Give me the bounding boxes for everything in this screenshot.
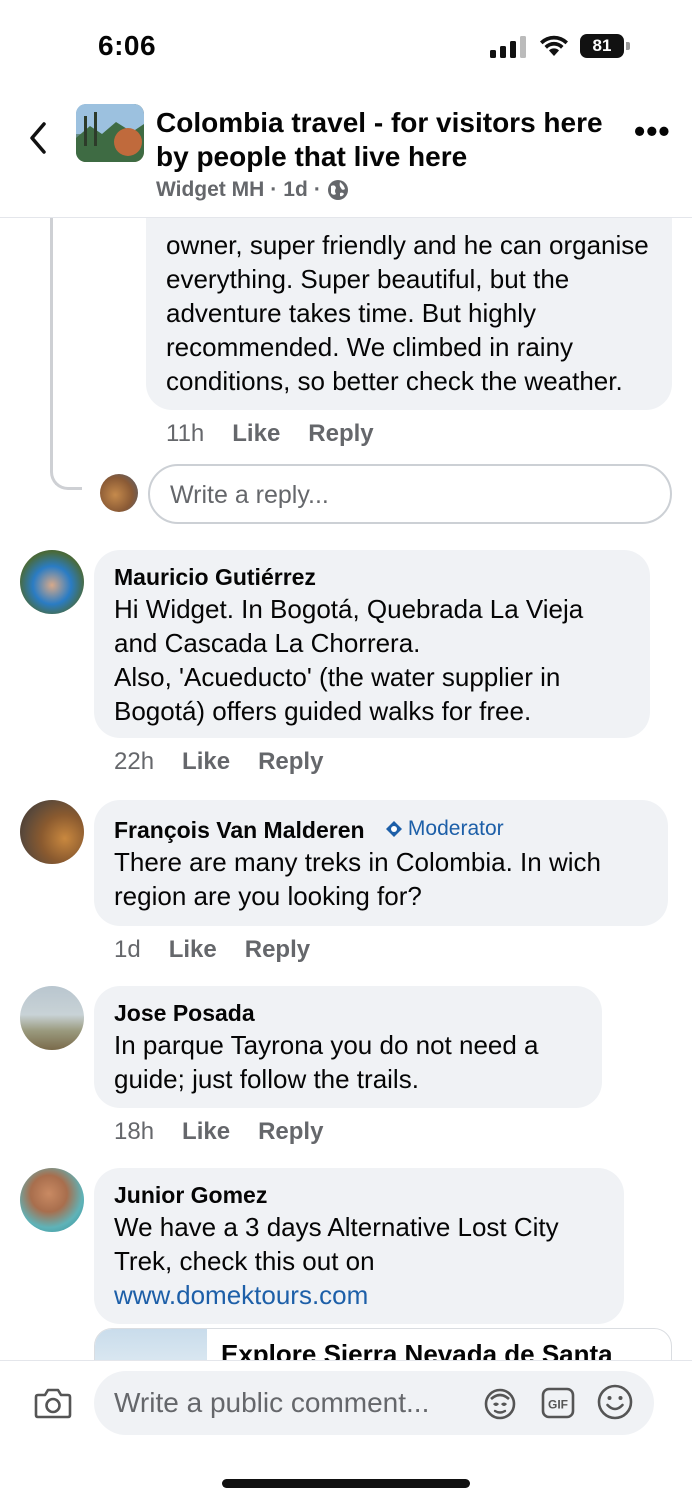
meta-separator: ·: [313, 178, 321, 201]
comment-time: 1d: [114, 936, 141, 963]
comment-bubble: Junior Gomez We have a 3 days Alternativ…: [94, 1168, 624, 1324]
like-button[interactable]: Like: [182, 1118, 230, 1146]
comment-text: In parque Tayrona you do not need a guid…: [114, 1030, 539, 1094]
comment-bubble: Jose Posada In parque Tayrona you do not…: [94, 986, 602, 1108]
gif-icon[interactable]: GIF: [540, 1385, 576, 1421]
comment-bubble: François Van Malderen Moderator There ar…: [94, 800, 668, 926]
globe-icon: [327, 180, 348, 200]
post-age: 1d: [283, 178, 308, 201]
avatar[interactable]: [20, 800, 84, 864]
avatar-sticker-icon[interactable]: [482, 1385, 518, 1421]
comment-composer: Write a public comment... GIF: [0, 1360, 692, 1500]
link-preview-card[interactable]: Explore Sierra Nevada de Santa: [94, 1328, 672, 1360]
home-indicator[interactable]: [222, 1479, 470, 1488]
link-preview-image: [95, 1329, 207, 1360]
wifi-icon: [540, 35, 568, 56]
group-title[interactable]: Colombia travel - for visitors here by p…: [156, 106, 626, 174]
reply-thread-line: [50, 218, 82, 490]
link-preview-title[interactable]: Explore Sierra Nevada de Santa: [221, 1339, 613, 1360]
emoji-icon[interactable]: [596, 1383, 634, 1421]
status-time: 6:06: [98, 30, 157, 61]
comment-bubble: Mauricio Gutiérrez Hi Widget. In Bogotá,…: [94, 550, 650, 738]
reply-button[interactable]: Reply: [258, 1118, 323, 1146]
reply-time: 11h: [166, 420, 205, 447]
camera-button[interactable]: [34, 1387, 72, 1419]
reply-button[interactable]: Reply: [245, 936, 310, 964]
post-meta: Widget MH · 1d ·: [156, 178, 349, 202]
like-button[interactable]: Like: [182, 748, 230, 776]
comment-time: 22h: [114, 748, 155, 775]
write-reply-input[interactable]: Write a reply...: [148, 464, 672, 524]
comments-feed[interactable]: owner, super friendly and he can organis…: [0, 218, 692, 1360]
reply-button[interactable]: Reply: [308, 420, 373, 448]
like-button[interactable]: Like: [232, 420, 280, 448]
reply-button[interactable]: Reply: [258, 748, 323, 776]
user-avatar: [100, 474, 138, 512]
comment-actions: 1d Like Reply: [114, 936, 310, 964]
post-author[interactable]: Widget MH: [156, 178, 264, 202]
like-button[interactable]: Like: [169, 936, 217, 964]
moderator-label: Moderator: [407, 817, 504, 840]
post-header: Colombia travel - for visitors here by p…: [0, 96, 692, 218]
avatar[interactable]: [20, 550, 84, 614]
reply-bubble: owner, super friendly and he can organis…: [146, 218, 672, 410]
comment-placeholder: Write a public comment...: [114, 1387, 430, 1418]
write-comment-input[interactable]: Write a public comment... GIF: [94, 1371, 654, 1435]
comment-author-name[interactable]: François Van Malderen: [114, 817, 365, 843]
more-options-button[interactable]: •••: [634, 115, 674, 148]
back-button[interactable]: [22, 118, 56, 158]
reply-text: owner, super friendly and he can organis…: [166, 230, 649, 396]
avatar[interactable]: [20, 986, 84, 1050]
moderator-icon: [385, 821, 402, 837]
moderator-badge: Moderator: [385, 814, 504, 844]
comment-text: There are many treks in Colombia. In wic…: [114, 847, 601, 911]
comment-author[interactable]: Junior Gomez: [114, 1180, 604, 1210]
group-avatar[interactable]: [76, 104, 144, 162]
comment-time: 18h: [114, 1118, 155, 1145]
comment-author[interactable]: Mauricio Gutiérrez: [114, 562, 630, 592]
comment-actions: 18h Like Reply: [114, 1118, 323, 1146]
comment-actions: 22h Like Reply: [114, 748, 323, 776]
comment-author[interactable]: Jose Posada: [114, 998, 582, 1028]
avatar[interactable]: [20, 1168, 84, 1232]
comment-author: François Van Malderen Moderator: [114, 814, 648, 845]
svg-text:GIF: GIF: [548, 1398, 568, 1412]
comment-text: Hi Widget. In Bogotá, Quebrada La Vieja …: [114, 594, 584, 726]
status-bar: 6:06 81: [0, 0, 692, 96]
meta-separator: ·: [270, 178, 278, 201]
cellular-signal-icon: [490, 36, 526, 58]
reply-actions: 11h Like Reply: [166, 420, 374, 448]
battery-level: 81: [592, 36, 612, 55]
battery-icon: 81: [580, 34, 630, 58]
comment-text: We have a 3 days Alternative Lost City T…: [114, 1212, 559, 1276]
comment-link[interactable]: www.domektours.com: [114, 1278, 604, 1312]
